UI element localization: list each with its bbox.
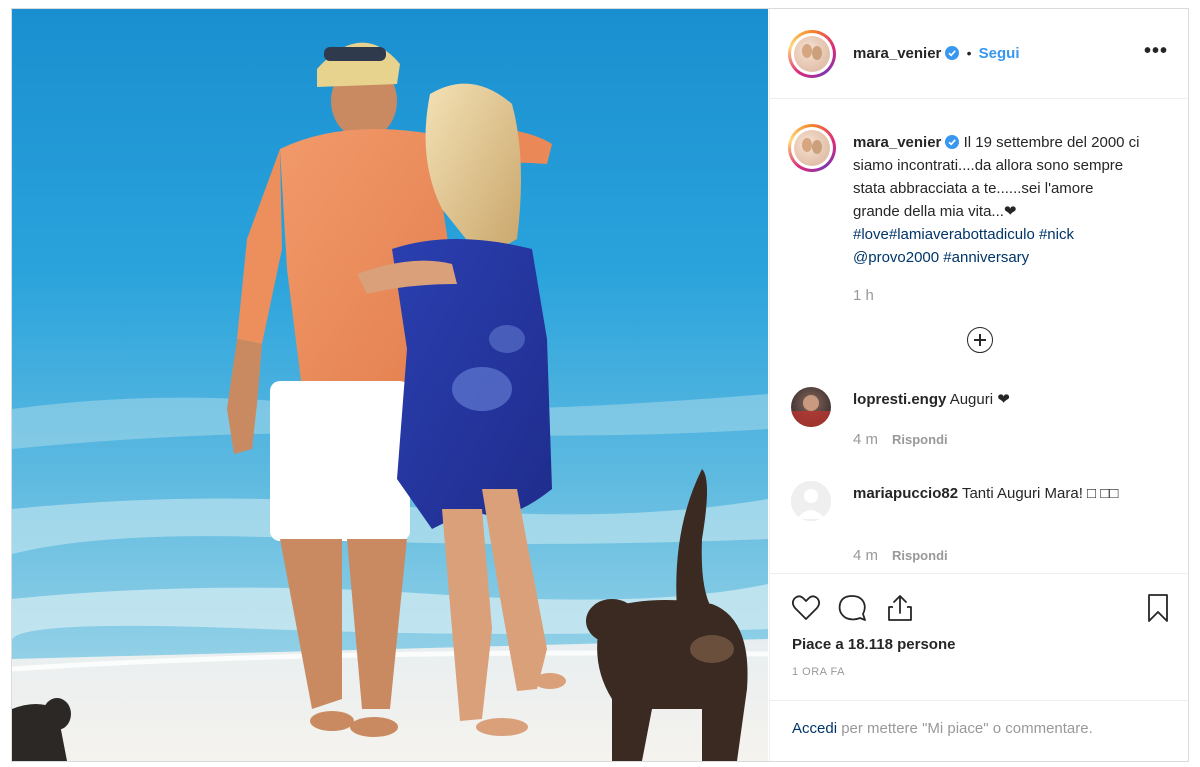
hashtag-anniversary[interactable]: #anniversary bbox=[943, 249, 1029, 266]
comment-avatar[interactable] bbox=[791, 387, 831, 427]
comment-bubble-icon[interactable] bbox=[836, 592, 868, 624]
login-link[interactable]: Accedi bbox=[792, 720, 837, 737]
caption-time[interactable]: 1 h bbox=[853, 287, 874, 304]
caption-username[interactable]: mara_venier bbox=[853, 134, 941, 151]
comment-time[interactable]: 4 m bbox=[853, 431, 878, 448]
post-actions: Piace a 18.118 persone 1 ORA FA Accedi p… bbox=[770, 573, 1188, 761]
post-header: mara_venier • Segui ••• bbox=[770, 9, 1188, 99]
login-prompt: Accedi per mettere "Mi piace" o commenta… bbox=[770, 700, 1188, 762]
comment-text: Tanti Auguri Mara! □ □□ bbox=[961, 485, 1119, 502]
comment-username[interactable]: lopresti.engy bbox=[853, 391, 946, 408]
mention-provo2000[interactable]: @provo2000 bbox=[853, 249, 939, 266]
follow-button[interactable]: Segui bbox=[979, 45, 1020, 62]
comment-time[interactable]: 4 m bbox=[853, 547, 878, 564]
post-caption: mara_venier Il 19 settembre del 2000 ci … bbox=[853, 131, 1143, 269]
comment-1: lopresti.engy Auguri ❤ bbox=[853, 389, 1153, 411]
header-user-line: mara_venier • Segui bbox=[853, 45, 1020, 62]
verified-badge-icon bbox=[945, 135, 960, 149]
post-photo[interactable] bbox=[12, 9, 768, 761]
post-timestamp[interactable]: 1 ORA FA bbox=[792, 666, 845, 678]
author-avatar[interactable] bbox=[788, 30, 836, 78]
hashtag-love[interactable]: #love bbox=[853, 226, 889, 243]
like-heart-icon[interactable] bbox=[790, 592, 822, 624]
share-icon[interactable] bbox=[884, 592, 916, 624]
save-bookmark-icon[interactable] bbox=[1142, 592, 1174, 624]
beach-photo-image bbox=[12, 9, 768, 761]
comment-avatar-default[interactable] bbox=[791, 481, 831, 521]
comment-2: mariapuccio82 Tanti Auguri Mara! □ □□ bbox=[853, 483, 1153, 505]
more-options-icon[interactable]: ••• bbox=[1144, 41, 1168, 61]
comment-meta: 4 m Rispondi bbox=[853, 547, 948, 564]
comment-username[interactable]: mariapuccio82 bbox=[853, 485, 958, 502]
header-username[interactable]: mara_venier bbox=[853, 45, 941, 62]
separator-dot: • bbox=[966, 45, 972, 61]
likes-count[interactable]: Piace a 18.118 persone bbox=[792, 636, 955, 653]
heart-emoji: ❤ bbox=[1003, 203, 1017, 220]
login-prompt-text: per mettere "Mi piace" o commentare. bbox=[837, 720, 1093, 737]
hashtag-lamiaverabottadiculo[interactable]: #lamiaverabottadiculo bbox=[889, 226, 1035, 243]
reply-button[interactable]: Rispondi bbox=[892, 432, 948, 447]
hashtag-nick[interactable]: #nick bbox=[1039, 226, 1074, 243]
load-more-comments-icon[interactable] bbox=[967, 327, 993, 353]
caption-author-avatar[interactable] bbox=[788, 124, 836, 172]
comment-text: Auguri ❤ bbox=[949, 391, 1010, 408]
comment-meta: 4 m Rispondi bbox=[853, 431, 948, 448]
reply-button[interactable]: Rispondi bbox=[892, 548, 948, 563]
verified-badge-icon bbox=[945, 46, 960, 60]
post-card: mara_venier • Segui ••• mara_venier Il 1… bbox=[11, 8, 1189, 762]
post-side-panel: mara_venier • Segui ••• mara_venier Il 1… bbox=[769, 9, 1188, 761]
